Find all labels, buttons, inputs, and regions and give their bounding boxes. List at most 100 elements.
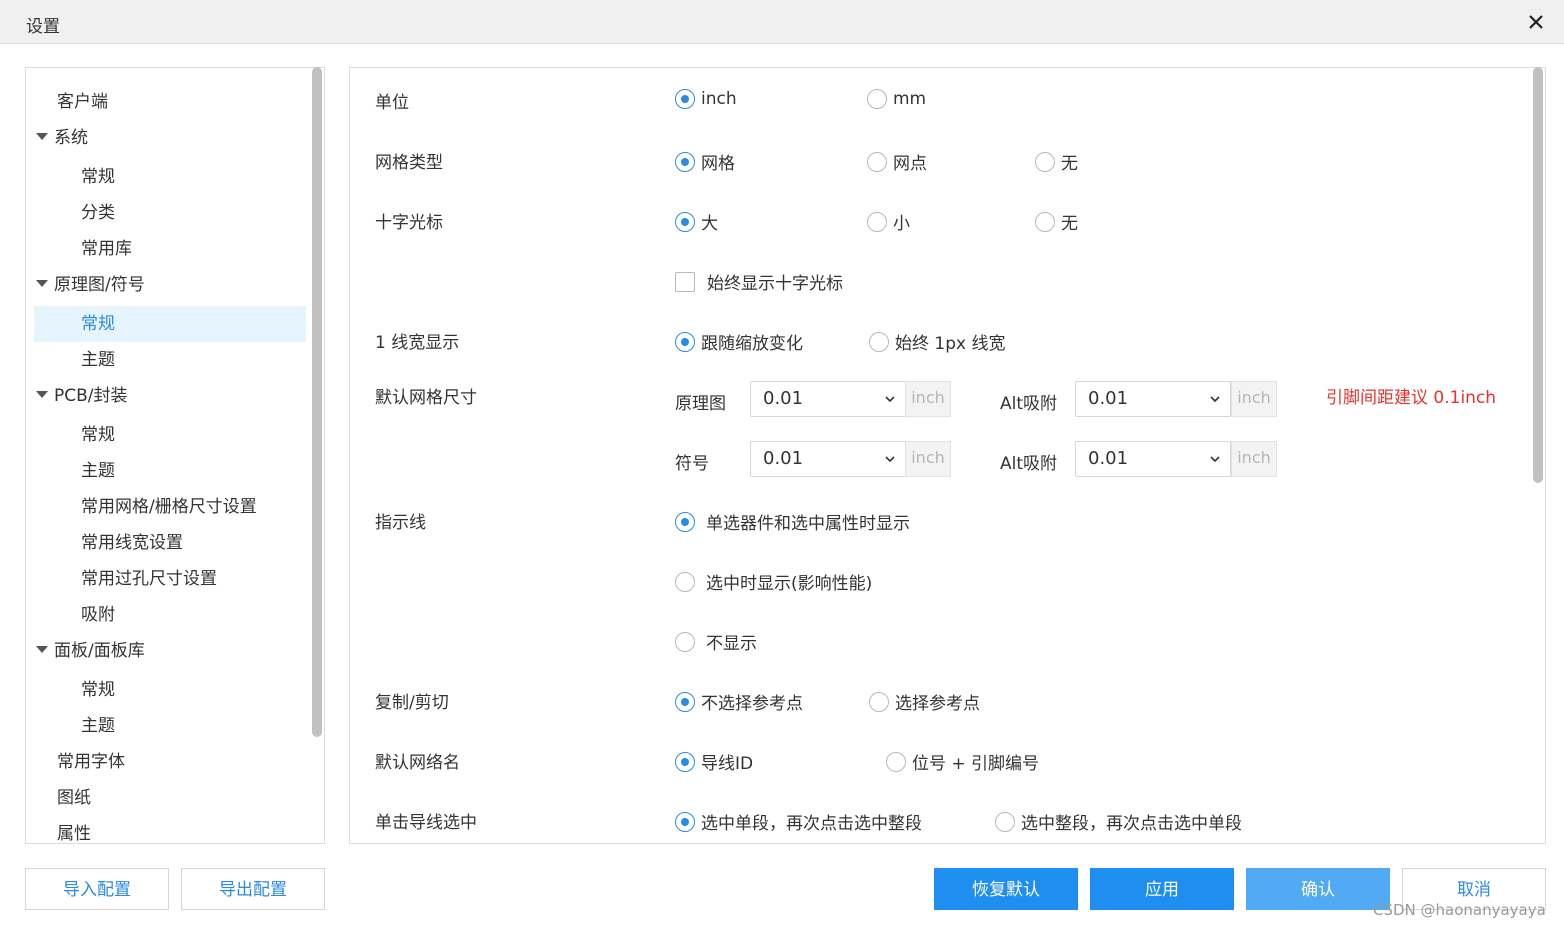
nav-item-system-general[interactable]: 常规 bbox=[81, 159, 115, 195]
nav-item-label: 常用线宽设置 bbox=[81, 533, 183, 553]
close-icon[interactable] bbox=[1524, 10, 1548, 34]
copy-no-ref-radio[interactable]: 不选择参考点 bbox=[675, 689, 803, 714]
default-net-label: 默认网络名 bbox=[375, 753, 460, 773]
nav-item-panel-general[interactable]: 常规 bbox=[81, 672, 115, 708]
checkbox-unchecked-icon bbox=[675, 271, 695, 292]
select-value: 0.01 bbox=[1088, 388, 1129, 409]
nav-item-client[interactable]: 客户端 bbox=[57, 84, 108, 120]
crosshair-large-radio[interactable]: 大 bbox=[675, 209, 718, 234]
grid-type-none-radio[interactable]: 无 bbox=[1035, 149, 1078, 174]
radio-checked-icon bbox=[675, 691, 695, 712]
line-width-follow-zoom-radio[interactable]: 跟随缩放变化 bbox=[675, 329, 803, 354]
chevron-down-icon bbox=[1210, 396, 1220, 403]
indicator-select-show-radio[interactable]: 单选器件和选中属性时显示 bbox=[675, 509, 910, 534]
restore-defaults-button[interactable]: 恢复默认 bbox=[934, 868, 1078, 910]
window-title: 设置 bbox=[26, 17, 60, 37]
nav-item-fonts[interactable]: 常用字体 bbox=[57, 744, 125, 780]
wire-whole-segment-radio[interactable]: 选中整段，再次点击选中单段 bbox=[995, 809, 1242, 834]
import-config-button[interactable]: 导入配置 bbox=[25, 868, 169, 910]
option-label: 无 bbox=[1061, 214, 1078, 234]
line-width-label: 1 线宽显示 bbox=[375, 333, 460, 353]
apply-button[interactable]: 应用 bbox=[1090, 868, 1234, 910]
nav-item-pcb-grid[interactable]: 常用网格/栅格尺寸设置 bbox=[81, 489, 257, 525]
nav-item-label: 原理图/符号 bbox=[54, 275, 145, 295]
radio-checked-icon bbox=[675, 151, 695, 172]
nav-item-pcb-linewidth[interactable]: 常用线宽设置 bbox=[81, 525, 183, 561]
symbol-grid-unit: inch bbox=[905, 441, 951, 477]
unit-mm-radio[interactable]: mm bbox=[867, 89, 926, 109]
chevron-down-icon bbox=[1210, 456, 1220, 463]
nav-item-system-library[interactable]: 常用库 bbox=[81, 231, 132, 267]
indicator-selected-show-radio[interactable]: 选中时显示(影响性能) bbox=[675, 569, 872, 594]
net-wire-id-radio[interactable]: 导线ID bbox=[675, 749, 753, 774]
wire-single-segment-radio[interactable]: 选中单段，再次点击选中整段 bbox=[675, 809, 922, 834]
nav-item-sheet[interactable]: 图纸 bbox=[57, 780, 91, 816]
symbol-grid-label: 符号 bbox=[675, 454, 709, 474]
nav-group-system[interactable]: 系统 bbox=[36, 120, 88, 156]
always-show-crosshair-checkbox[interactable]: 始终显示十字光标 bbox=[675, 269, 843, 294]
copy-cut-label: 复制/剪切 bbox=[375, 693, 449, 713]
schematic-grid-select[interactable]: 0.01 bbox=[750, 381, 906, 417]
option-label: 不选择参考点 bbox=[701, 694, 803, 714]
nav-item-label: 常用库 bbox=[81, 239, 132, 259]
checkbox-label: 始终显示十字光标 bbox=[707, 274, 843, 294]
radio-checked-icon bbox=[675, 811, 695, 832]
line-width-1px-radio[interactable]: 始终 1px 线宽 bbox=[869, 329, 1005, 354]
unit-inch-radio[interactable]: inch bbox=[675, 89, 737, 109]
pin-spacing-hint: 引脚间距建议 0.1inch bbox=[1326, 388, 1497, 408]
caret-down-icon bbox=[36, 279, 48, 287]
nav-group-pcb[interactable]: PCB/封装 bbox=[36, 378, 128, 414]
nav-item-label: 常用网格/栅格尺寸设置 bbox=[81, 497, 257, 517]
copy-ref-radio[interactable]: 选择参考点 bbox=[869, 689, 980, 714]
option-label: mm bbox=[893, 89, 927, 109]
nav-item-label: 图纸 bbox=[57, 788, 91, 808]
crosshair-none-radio[interactable]: 无 bbox=[1035, 209, 1078, 234]
nav-item-schematic-theme[interactable]: 主题 bbox=[81, 342, 115, 378]
indicator-hide-radio[interactable]: 不显示 bbox=[675, 629, 757, 654]
nav-item-pcb-theme[interactable]: 主题 bbox=[81, 453, 115, 489]
crosshair-small-radio[interactable]: 小 bbox=[867, 209, 910, 234]
radio-checked-icon bbox=[675, 751, 695, 772]
nav-item-properties[interactable]: 属性 bbox=[57, 816, 91, 844]
schematic-alt-snap-unit: inch bbox=[1231, 381, 1277, 417]
option-label: 始终 1px 线宽 bbox=[895, 334, 1006, 354]
symbol-grid-select[interactable]: 0.01 bbox=[750, 441, 906, 477]
confirm-button[interactable]: 确认 bbox=[1246, 868, 1390, 910]
symbol-alt-snap-select[interactable]: 0.01 bbox=[1075, 441, 1231, 477]
option-label: 导线ID bbox=[701, 754, 754, 774]
nav-item-label: 主题 bbox=[81, 350, 115, 370]
radio-unchecked-icon bbox=[675, 631, 695, 652]
nav-item-label: 常规 bbox=[81, 167, 115, 187]
nav-item-label: 主题 bbox=[81, 716, 115, 736]
nav-item-label: 常规 bbox=[81, 425, 115, 445]
unit-label: 单位 bbox=[375, 93, 409, 113]
nav-item-system-category[interactable]: 分类 bbox=[81, 195, 115, 231]
select-value: 0.01 bbox=[1088, 448, 1129, 469]
radio-checked-icon bbox=[675, 89, 695, 109]
nav-item-pcb-snap[interactable]: 吸附 bbox=[81, 597, 115, 633]
nav-item-pcb-via[interactable]: 常用过孔尺寸设置 bbox=[81, 561, 217, 597]
grid-type-dot-radio[interactable]: 网点 bbox=[867, 149, 927, 174]
nav-group-panel[interactable]: 面板/面板库 bbox=[36, 633, 145, 669]
nav-item-pcb-general[interactable]: 常规 bbox=[81, 417, 115, 453]
option-label: 网点 bbox=[893, 154, 927, 174]
indicator-line-label: 指示线 bbox=[375, 513, 426, 533]
nav-item-panel-theme[interactable]: 主题 bbox=[81, 708, 115, 744]
nav-item-label: PCB/封装 bbox=[54, 386, 128, 406]
nav-item-label: 常用过孔尺寸设置 bbox=[81, 569, 217, 589]
nav-item-schematic-general[interactable]: 常规 bbox=[34, 306, 306, 342]
export-config-button[interactable]: 导出配置 bbox=[181, 868, 325, 910]
radio-unchecked-icon bbox=[1035, 151, 1055, 172]
select-value: 0.01 bbox=[763, 388, 804, 409]
option-label: 不显示 bbox=[706, 634, 757, 654]
content-scrollbar[interactable] bbox=[1533, 67, 1543, 483]
grid-type-grid-radio[interactable]: 网格 bbox=[675, 149, 735, 174]
net-designator-pin-radio[interactable]: 位号 + 引脚编号 bbox=[886, 749, 1039, 774]
radio-checked-icon bbox=[675, 331, 695, 352]
option-label: 无 bbox=[1061, 154, 1078, 174]
nav-item-label: 属性 bbox=[57, 824, 91, 844]
nav-item-label: 客户端 bbox=[57, 92, 108, 112]
sidebar-scrollbar[interactable] bbox=[312, 67, 322, 737]
nav-group-schematic[interactable]: 原理图/符号 bbox=[36, 267, 145, 303]
schematic-alt-snap-select[interactable]: 0.01 bbox=[1075, 381, 1231, 417]
